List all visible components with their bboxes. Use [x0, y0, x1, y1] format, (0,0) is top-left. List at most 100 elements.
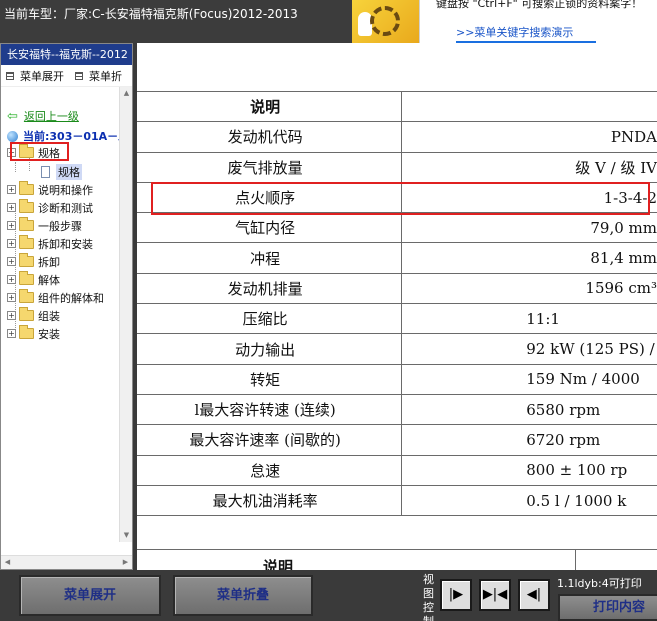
back-link[interactable]: ⇦ 返回上一级 [7, 108, 79, 124]
spec-label: 废气排放量 [137, 152, 403, 183]
panel-title: 长安福特--福克斯--2012 [1, 44, 132, 65]
folder-icon [19, 235, 34, 249]
table-row: 动力输出 92 kW (125 PS) / 6 [137, 333, 657, 365]
arrows-split-icon: ▶|◀ [482, 587, 508, 602]
expand-toggle-icon[interactable]: + [7, 185, 16, 194]
table-row: 最大容许速率 (间歇的) 6720 rpm [137, 424, 657, 456]
spec-value: 800 ± 100 rp [401, 455, 657, 486]
collapse-menu-button[interactable]: 菜单折叠 [173, 575, 313, 616]
expand-menu-tool[interactable]: 菜单展开 [6, 68, 64, 84]
spec-label: 压缩比 [137, 303, 403, 335]
print-content-button[interactable]: 打印内容 [558, 594, 657, 621]
folder-icon [19, 217, 34, 231]
panel-toolbar: 菜单展开 菜单折 [1, 65, 132, 87]
header-value [401, 90, 657, 123]
arrow-left-bar-icon: ◀| [526, 587, 542, 602]
table-row: 发动机代码 PNDA [137, 121, 657, 153]
top-bar: 当前车型：厂家:C-长安福特福克斯(Focus)2012-2013 键盘按 "C… [0, 0, 657, 43]
expand-toggle-icon[interactable]: + [7, 329, 16, 338]
spec-value: PNDA [401, 121, 657, 153]
tree-item[interactable]: + 拆卸和安装 [7, 235, 93, 252]
document-icon [41, 165, 50, 178]
spec-label: 发动机排量 [137, 273, 403, 305]
expand-toggle-icon[interactable]: + [7, 311, 16, 320]
table-row: 废气排放量级 V / 级 IV [137, 152, 657, 183]
expand-right-button[interactable]: |▶ [440, 579, 472, 611]
spec-value: 6580 rpm [401, 394, 657, 426]
expand-toggle-icon[interactable]: + [7, 275, 16, 284]
tree-item[interactable]: + 诊断和测试 [7, 199, 93, 216]
tree-item[interactable]: + 组件的解体和 [7, 289, 104, 306]
menu-tree-panel: 长安福特--福克斯--2012 菜单展开 菜单折 ⇦ 返回上一级 当前:303－… [0, 43, 133, 570]
tree-item[interactable]: + 一般步骤 [7, 217, 82, 234]
folder-icon [19, 325, 34, 339]
next-table-label: 说明 [263, 558, 294, 570]
spec-value: 92 kW (125 PS) / 6 [401, 333, 657, 365]
tree-item-spec[interactable]: 规格 [41, 163, 82, 180]
table-row: 气缸内径 79,0 mm [137, 212, 657, 244]
scroll-up-icon[interactable]: ▲ [120, 87, 133, 100]
table-row: 最大机油消耗率 0.5 l / 1000 k [137, 485, 657, 517]
spec-table: 说明 发动机代码 PNDA 废气排放量级 V / 级 IV 点火顺序 1-3-4-2 气缸… [137, 90, 657, 517]
folder-icon [19, 289, 34, 303]
scroll-down-icon[interactable]: ▼ [120, 529, 133, 542]
tree-horizontal-scrollbar[interactable]: ◀ ▶ [1, 555, 132, 569]
help-mascot-icon [352, 0, 420, 43]
tree-item[interactable]: + 安装 [7, 325, 60, 342]
spec-value: 79,0 mm [401, 212, 657, 244]
table-row: 发动机排量 1596 cm³ [137, 273, 657, 305]
spec-label: 怠速 [137, 455, 403, 486]
arrow-right-bar-icon: |▶ [448, 587, 464, 602]
spec-value: 1596 cm³ [401, 273, 657, 305]
spec-value: 159 Nm / 4000 [401, 364, 657, 395]
table-row: 转矩 159 Nm / 4000 [137, 364, 657, 395]
firing-order-highlight [151, 182, 650, 215]
globe-icon [7, 130, 18, 142]
expand-menu-button[interactable]: 菜单展开 [19, 575, 161, 616]
folder-icon [19, 199, 34, 213]
list-icon [75, 71, 83, 80]
folder-icon [19, 271, 34, 285]
collapse-menu-label: 菜单折 [89, 69, 122, 83]
list-icon [6, 71, 14, 80]
search-tip-banner: 键盘按 "Ctrl+F" 可搜索正锁的资料案字！ >>菜单关键字搜索演示 [352, 0, 657, 43]
spec-label: 动力输出 [137, 333, 403, 365]
spec-label: 最大容许速率 (间歇的) [137, 424, 403, 456]
document-view: 说明 发动机代码 PNDA 废气排放量级 V / 级 IV 点火顺序 1-3-4-2 气缸… [137, 43, 657, 570]
expand-toggle-icon[interactable]: + [7, 239, 16, 248]
tree-item[interactable]: + 组装 [7, 307, 60, 324]
spec-label: 转矩 [137, 364, 403, 395]
expand-toggle-icon[interactable]: + [7, 293, 16, 302]
keyword-search-demo-link[interactable]: >>菜单关键字搜索演示 [456, 24, 596, 43]
spec-value: 11:1 [401, 303, 657, 335]
folder-icon [19, 253, 34, 267]
banner-text: 键盘按 "Ctrl+F" 可搜索正锁的资料案字！ [436, 0, 643, 10]
bottom-bar: 菜单展开 菜单折叠 视图控制 |▶ ▶|◀ ◀| 1.1ldyb:4可打印 打印… [0, 570, 657, 621]
table-header-row: 说明 [137, 90, 657, 123]
tree-item[interactable]: + 解体 [7, 271, 60, 288]
table-row: 压缩比 11:1 [137, 303, 657, 335]
next-table-header: 说明 [137, 549, 657, 570]
expand-left-button[interactable]: ◀| [518, 579, 550, 611]
view-control-label: 视图控制 [423, 573, 434, 621]
spec-value: 6720 rpm [401, 424, 657, 456]
expand-toggle-icon[interactable]: + [7, 203, 16, 212]
tree-item[interactable]: + 说明和操作 [7, 181, 93, 198]
spec-label: 最大机油消耗率 [137, 485, 403, 517]
tree-vertical-scrollbar[interactable]: ▲ ▼ [119, 87, 132, 542]
collapse-menu-tool[interactable]: 菜单折 [75, 68, 122, 84]
vehicle-title: 当前车型：厂家:C-长安福特福克斯(Focus)2012-2013 [4, 7, 298, 21]
expand-toggle-icon[interactable]: + [7, 257, 16, 266]
scroll-right-icon[interactable]: ▶ [119, 556, 132, 569]
spec-value: 0.5 l / 1000 k [401, 485, 657, 517]
tree-item[interactable]: + 拆卸 [7, 253, 60, 270]
expand-toggle-icon[interactable]: + [7, 221, 16, 230]
split-view-button[interactable]: ▶|◀ [479, 579, 511, 611]
spec-label: 发动机代码 [137, 121, 403, 153]
spec-label: 冲程 [137, 242, 403, 274]
scroll-left-icon[interactable]: ◀ [1, 556, 14, 569]
table-row: 冲程 81,4 mm [137, 242, 657, 274]
back-arrow-icon: ⇦ [7, 108, 18, 124]
spec-label: 气缸内径 [137, 212, 403, 244]
spec-value: 级 V / 级 IV [401, 152, 657, 183]
